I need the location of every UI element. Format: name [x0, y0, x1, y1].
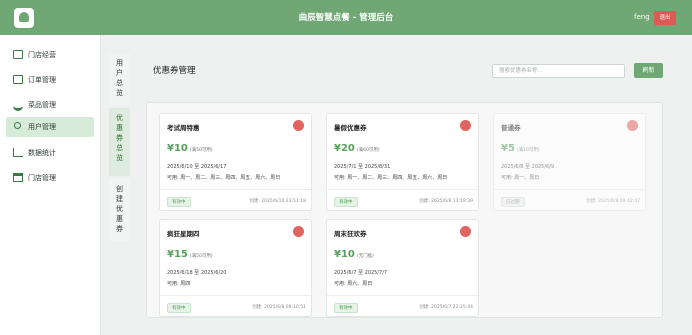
coupon-created-time: 创建: 2025/6/7 22:25:44: [419, 305, 473, 310]
tab-label: 用户总览: [116, 59, 123, 97]
coupon-valid-dates: 2025/6/7 至 2025/7/7: [334, 270, 388, 276]
coupon-card[interactable]: 考试周特惠 ¥10 (满50可用) 2025/6/10 至 2025/6/17 可…: [159, 113, 312, 211]
coupon-created-time: 创建: 2025/6/8 11:19:39: [419, 199, 473, 204]
coupon-valid-dates: 2025/6/10 至 2025/6/17: [167, 164, 227, 170]
coupon-amount: ¥10 (无门槛): [334, 249, 374, 260]
coupon-amount-value: ¥10: [334, 249, 355, 260]
status-toggle-icon[interactable]: [293, 120, 304, 131]
status-toggle-icon[interactable]: [460, 226, 471, 237]
card-divider: [160, 189, 311, 190]
coupon-created-time: 创建: 2025/6/8 09:10:51: [252, 305, 306, 310]
sidebar-item-label: 门店经营: [28, 51, 56, 59]
sidebar-item-store-management[interactable]: 门店管理: [6, 168, 94, 188]
status-badge: 有效中: [334, 303, 358, 313]
sidebar: 门店经营 订单管理 菜品管理 用户管理 数据统计 门店管理: [0, 35, 101, 335]
coupon-name: 疯狂星期四: [167, 230, 200, 238]
coupon-available-days: 可用: 周四: [167, 281, 191, 287]
dish-icon: [13, 102, 23, 111]
tab-label: 创建优惠券: [116, 185, 123, 233]
coupon-created-time: 创建: 2025/6/8 09:42:47: [586, 199, 640, 204]
status-badge: 有效中: [167, 197, 191, 207]
sidebar-item-dishes[interactable]: 菜品管理: [6, 95, 94, 115]
store-icon: [13, 50, 23, 59]
status-badge: 已过期: [501, 197, 525, 207]
coupon-valid-dates: 2025/6/8 至 2025/6/9: [501, 164, 555, 170]
status-toggle-icon[interactable]: [293, 226, 304, 237]
bar-chart-icon: [13, 148, 23, 157]
page-title: 优惠券管理: [153, 66, 196, 76]
coupon-condition: (满50可用): [189, 254, 213, 259]
coupon-card[interactable]: 疯狂星期四 ¥15 (满50可用) 2025/6/18 至 2025/6/20 可…: [159, 219, 312, 317]
sidebar-item-label: 订单管理: [28, 76, 56, 84]
coupon-card[interactable]: 暑假优惠券 ¥20 (满60可用) 2025/7/1 至 2025/8/31 可用…: [326, 113, 479, 211]
tab-user-overview[interactable]: 用户总览: [109, 53, 130, 105]
sidebar-item-label: 用户管理: [28, 123, 56, 131]
card-divider: [494, 189, 645, 190]
coupon-amount-value: ¥10: [167, 143, 188, 154]
coupon-name: 周末狂欢券: [334, 230, 367, 238]
order-list-icon: [13, 75, 23, 84]
coupon-amount-value: ¥15: [167, 249, 188, 260]
logout-button[interactable]: 退出: [654, 11, 676, 25]
coupon-amount-value: ¥5: [501, 143, 515, 154]
sidebar-item-label: 数据统计: [28, 149, 56, 157]
coupon-condition: (无门槛): [356, 254, 374, 259]
coupon-available-days: 可用: 周一、周日: [501, 175, 540, 181]
coupon-created-time: 创建: 2025/6/10 23:51:18: [249, 199, 306, 204]
status-toggle-icon[interactable]: [627, 120, 638, 131]
sidebar-item-store-operations[interactable]: 门店经营: [6, 45, 94, 65]
user-icon: [14, 122, 21, 129]
coupon-amount: ¥20 (满60可用): [334, 143, 380, 154]
coupon-valid-dates: 2025/7/1 至 2025/8/31: [334, 164, 391, 170]
tab-coupon-overview[interactable]: 优惠券总览: [109, 108, 130, 176]
sidebar-item-label: 门店管理: [28, 174, 56, 182]
coupon-card[interactable]: 周末狂欢券 ¥10 (无门槛) 2025/6/7 至 2025/7/7 可用: 周…: [326, 219, 479, 317]
tab-create-coupon[interactable]: 创建优惠券: [109, 179, 130, 241]
sidebar-item-orders[interactable]: 订单管理: [6, 70, 94, 90]
coupon-condition: (满10可用): [516, 148, 540, 153]
sidebar-item-users[interactable]: 用户管理: [6, 117, 94, 137]
coupon-name: 暑假优惠券: [334, 124, 367, 132]
shop-icon: [13, 173, 23, 182]
coupon-name: 普通券: [501, 124, 521, 132]
tab-label: 优惠券总览: [116, 114, 123, 162]
coupon-amount: ¥10 (满50可用): [167, 143, 213, 154]
card-divider: [327, 189, 478, 190]
coupon-condition: (满60可用): [356, 148, 380, 153]
status-badge: 有效中: [334, 197, 358, 207]
coupon-name: 考试周特惠: [167, 124, 200, 132]
sidebar-item-label: 菜品管理: [28, 101, 56, 109]
coupon-amount-value: ¥20: [334, 143, 355, 154]
coupon-search-input[interactable]: [492, 64, 625, 78]
app-title: 曲辰智慧点餐 - 管理后台: [298, 13, 394, 23]
coupon-available-days: 可用: 周六、周日: [334, 281, 373, 287]
coupon-condition: (满50可用): [189, 148, 213, 153]
coupon-available-days: 可用: 周一、周二、周三、周四、周五、周六、周日: [334, 175, 448, 181]
top-header: 曲辰智慧点餐 - 管理后台 feng 退出: [0, 0, 692, 35]
coupon-card[interactable]: 普通券 ¥5 (满10可用) 2025/6/8 至 2025/6/9 可用: 周一…: [493, 113, 646, 211]
coupon-valid-dates: 2025/6/18 至 2025/6/20: [167, 270, 227, 276]
sidebar-item-statistics[interactable]: 数据统计: [6, 143, 94, 163]
status-badge: 有效中: [167, 303, 191, 313]
refresh-button[interactable]: 刷新: [634, 63, 663, 78]
current-user-name: feng: [634, 13, 650, 21]
coupon-list-panel: 考试周特惠 ¥10 (满50可用) 2025/6/10 至 2025/6/17 可…: [146, 102, 663, 318]
coupon-available-days: 可用: 周一、周二、周三、周四、周五、周六、周日: [167, 175, 281, 181]
coupon-amount: ¥15 (满50可用): [167, 249, 213, 260]
coupon-amount: ¥5 (满10可用): [501, 143, 540, 154]
card-divider: [160, 295, 311, 296]
status-toggle-icon[interactable]: [460, 120, 471, 131]
card-divider: [327, 295, 478, 296]
